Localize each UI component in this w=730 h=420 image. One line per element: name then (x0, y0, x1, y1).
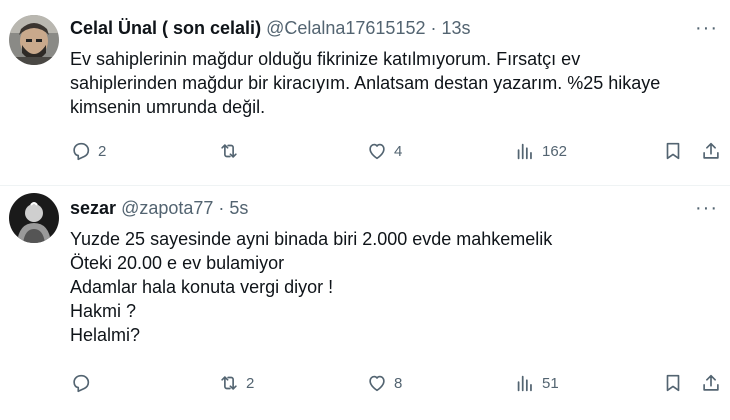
reply-count: 2 (98, 142, 107, 160)
views-button[interactable]: 51 (514, 371, 559, 395)
tweet-text: Ev sahiplerinin mağdur olduğu fikrinize … (70, 47, 720, 119)
tweet-text: Yuzde 25 sayesinde ayni binada biri 2.00… (70, 227, 720, 347)
author-name[interactable]: sezar (70, 198, 116, 218)
like-button[interactable]: 4 (366, 139, 402, 163)
share-icon (700, 140, 722, 162)
tweet-text-line: sahiplerinden mağdur bir kiracıyım. Anla… (70, 73, 661, 93)
tweet-text-line: Öteki 20.00 e ev bulamiyor (70, 253, 285, 273)
separator-dot: · (425, 18, 442, 38)
tweet-text-line: Adamlar hala konuta vergi diyor ! (70, 277, 334, 297)
action-bar: 2 8 51 (0, 371, 730, 395)
retweet-icon (218, 372, 240, 394)
tweet-text-line: Hakmi ? (70, 301, 137, 321)
share-icon (700, 372, 722, 394)
like-count: 8 (394, 374, 403, 392)
bookmark-icon (662, 140, 684, 162)
reply-button[interactable]: 2 (70, 139, 106, 163)
more-options-icon[interactable]: ··· (695, 18, 718, 38)
retweet-button[interactable]: 2 (218, 371, 254, 395)
author-handle[interactable]: @Celalna17615152 (266, 18, 425, 38)
tweet-text-line: kimsenin umrunda değil. (70, 97, 266, 117)
views-count: 162 (542, 142, 568, 160)
share-button[interactable] (700, 139, 722, 163)
tweet-text-line: Yuzde 25 sayesinde ayni binada biri 2.00… (70, 229, 553, 249)
avatar[interactable] (9, 15, 59, 65)
reply-icon (70, 140, 92, 162)
action-bar: 2 4 162 (0, 139, 730, 163)
tweet-text-line: Ev sahiplerinin mağdur olduğu fikrinize … (70, 49, 581, 69)
like-count: 4 (394, 142, 403, 160)
views-button[interactable]: 162 (514, 139, 567, 163)
avatar[interactable] (9, 193, 59, 243)
bookmark-button[interactable] (662, 371, 684, 395)
author-name[interactable]: Celal Ünal ( son celali) (70, 18, 261, 38)
reply-icon (70, 372, 92, 394)
share-button[interactable] (700, 371, 722, 395)
tweet-text-line: Helalmi? (70, 325, 141, 345)
timestamp[interactable]: 13s (441, 18, 470, 38)
like-icon (366, 140, 388, 162)
retweet-icon (218, 140, 240, 162)
views-count: 51 (542, 374, 559, 392)
timestamp[interactable]: 5s (229, 198, 248, 218)
retweet-count: 2 (246, 374, 255, 392)
retweet-button[interactable] (218, 139, 246, 163)
tweet-header: Celal Ünal ( son celali) @Celalna1761515… (70, 17, 471, 39)
bookmark-button[interactable] (662, 139, 684, 163)
views-icon (514, 140, 536, 162)
author-handle[interactable]: @zapota77 (121, 198, 213, 218)
separator-dot: · (213, 198, 230, 218)
like-icon (366, 372, 388, 394)
views-icon (514, 372, 536, 394)
tweet-header: sezar @zapota77 · 5s (70, 197, 248, 219)
reply-button[interactable] (70, 371, 98, 395)
more-options-icon[interactable]: ··· (695, 198, 718, 218)
like-button[interactable]: 8 (366, 371, 402, 395)
bookmark-icon (662, 372, 684, 394)
